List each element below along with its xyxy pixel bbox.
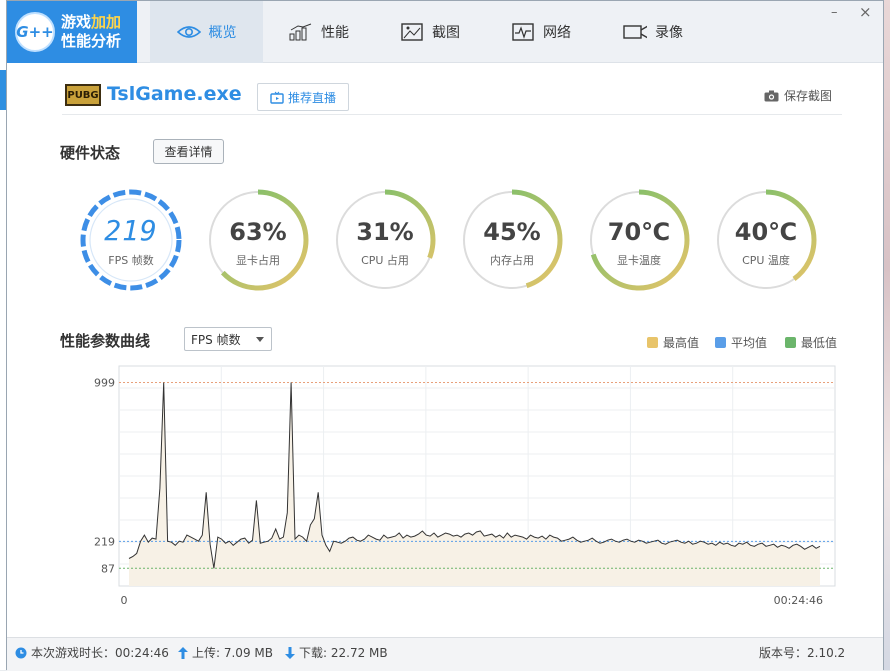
gauge-label: FPS 帧数 bbox=[108, 254, 154, 267]
metric-select-value: FPS 帧数 bbox=[191, 332, 241, 347]
tab-5[interactable]: 录像 bbox=[603, 1, 703, 63]
arrow-down-icon bbox=[285, 646, 295, 659]
game-title: TslGame.exe bbox=[107, 83, 242, 105]
performance-curve-title: 性能参数曲线 bbox=[60, 332, 151, 350]
gauge-2: 63% 显卡占用 bbox=[204, 186, 312, 294]
legend-item: 平均值 bbox=[715, 334, 767, 351]
legend-swatch bbox=[647, 337, 658, 348]
duration-text: 本次游戏时长：00:24:46 bbox=[31, 646, 169, 660]
video-camera-icon bbox=[623, 23, 647, 41]
pulse-icon bbox=[511, 23, 535, 41]
download-item: 下载: 22.72 MB bbox=[285, 644, 388, 661]
download-text: 下载: 22.72 MB bbox=[299, 646, 388, 660]
y-tick-label: 999 bbox=[94, 377, 115, 390]
legend-label: 最高值 bbox=[663, 336, 700, 350]
x-end-label: 00:24:46 bbox=[774, 594, 823, 607]
gauge-4: 45% 内存占用 bbox=[458, 186, 566, 294]
gauge-5: 70℃ 显卡温度 bbox=[585, 186, 693, 294]
tab-3[interactable]: 截图 bbox=[380, 1, 480, 63]
legend-item: 最低值 bbox=[785, 334, 837, 351]
gauge-label: 内存占用 bbox=[490, 254, 534, 267]
metric-select[interactable]: FPS 帧数 bbox=[184, 327, 272, 351]
top-bar: G++ 游戏加加 性能分析 概览 性能 截图 网络 录像 – × bbox=[7, 1, 883, 63]
tab-label: 截图 bbox=[432, 25, 460, 41]
view-details-button[interactable]: 查看详情 bbox=[153, 139, 224, 164]
y-tick-label: 87 bbox=[101, 562, 115, 575]
save-screenshot-button[interactable]: 保存截图 bbox=[764, 87, 832, 104]
version-text: 版本号：2.10.2 bbox=[759, 646, 846, 660]
logo-badge: G++ bbox=[15, 12, 55, 52]
logo-text: 游戏加加 性能分析 bbox=[61, 13, 122, 50]
legend-swatch bbox=[715, 337, 726, 348]
clock-icon bbox=[15, 647, 27, 658]
tab-label: 网络 bbox=[543, 25, 571, 41]
gauge-label: CPU 温度 bbox=[742, 254, 790, 267]
hardware-status-title: 硬件状态 bbox=[60, 144, 121, 162]
pubg-badge: PUBG bbox=[65, 84, 101, 106]
minimize-button[interactable]: – bbox=[831, 5, 838, 20]
x-start-label: 0 bbox=[121, 594, 128, 607]
gauge-value: 219 bbox=[104, 214, 158, 247]
gauge-label: 显卡占用 bbox=[236, 254, 280, 267]
gauge-value: 45% bbox=[483, 218, 541, 246]
gauge-1: 219 FPS 帧数 bbox=[77, 186, 185, 294]
arrow-up-icon bbox=[178, 646, 188, 659]
close-button[interactable]: × bbox=[859, 3, 872, 21]
tab-2[interactable]: 性能 bbox=[269, 1, 369, 63]
eye-icon bbox=[176, 23, 201, 41]
status-bar: 本次游戏时长：00:24:46 上传: 7.09 MB 下载: 22.72 MB… bbox=[7, 637, 883, 671]
bar-chart-icon bbox=[289, 23, 313, 41]
fps-line-chart: 999 219 87 0 00:24:46 bbox=[94, 365, 836, 607]
gauges-row: 219 FPS 帧数 63% 显卡占用 31% CPU 占用 45% 内存占用 70℃ 显… bbox=[7, 186, 883, 301]
camera-icon bbox=[764, 90, 779, 101]
tv-icon bbox=[270, 91, 284, 104]
recommend-live-label: 推荐直播 bbox=[287, 90, 336, 105]
gauge-3: 31% CPU 占用 bbox=[331, 186, 439, 294]
chevron-down-icon bbox=[256, 337, 264, 342]
recommend-live-button[interactable]: 推荐直播 bbox=[257, 83, 349, 111]
gauge-label: 显卡温度 bbox=[617, 254, 661, 267]
legend-swatch bbox=[785, 337, 796, 348]
gauge-value: 31% bbox=[356, 218, 414, 246]
app-logo: G++ 游戏加加 性能分析 bbox=[7, 1, 137, 63]
gauge-value: 63% bbox=[229, 218, 287, 246]
gauge-value: 70℃ bbox=[607, 218, 671, 246]
image-icon bbox=[400, 23, 424, 41]
tab-label: 性能 bbox=[321, 25, 349, 41]
y-tick-label: 219 bbox=[94, 535, 115, 548]
upload-item: 上传: 7.09 MB bbox=[178, 644, 273, 661]
legend-label: 最低值 bbox=[801, 336, 838, 350]
duration-item: 本次游戏时长：00:24:46 bbox=[15, 644, 169, 661]
gauge-label: CPU 占用 bbox=[361, 254, 409, 267]
header-divider bbox=[62, 114, 842, 115]
tab-label: 录像 bbox=[655, 25, 683, 41]
performance-window: G++ 游戏加加 性能分析 概览 性能 截图 网络 录像 – × PUBG TslGam… bbox=[6, 0, 884, 671]
gauge-value: 40℃ bbox=[734, 218, 798, 246]
legend-label: 平均值 bbox=[731, 336, 768, 350]
upload-text: 上传: 7.09 MB bbox=[192, 646, 273, 660]
save-screenshot-label: 保存截图 bbox=[784, 89, 833, 103]
legend-item: 最高值 bbox=[647, 334, 699, 351]
tab-label: 概览 bbox=[208, 25, 237, 41]
tab-1[interactable]: 概览 bbox=[150, 1, 263, 63]
tab-4[interactable]: 网络 bbox=[491, 1, 591, 63]
gauge-6: 40℃ CPU 温度 bbox=[712, 186, 820, 294]
version-item: 版本号：2.10.2 bbox=[759, 644, 845, 661]
